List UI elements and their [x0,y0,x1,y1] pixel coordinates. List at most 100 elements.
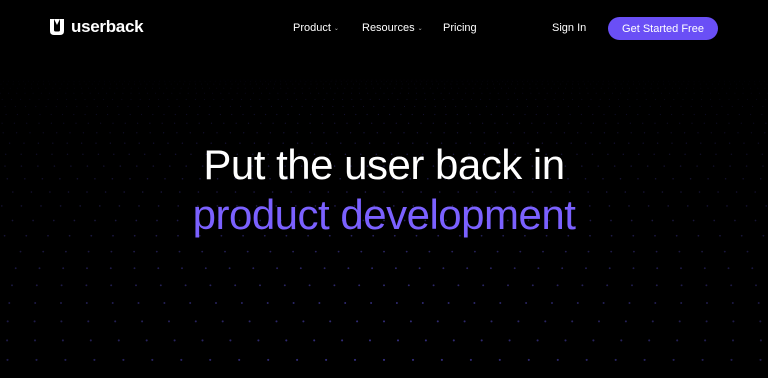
grid-dot [42,132,44,134]
grid-dot [463,320,466,323]
grid-dot [440,92,442,94]
grid-dot [334,92,336,94]
sign-in-link[interactable]: Sign In [552,22,586,34]
grid-dot [103,80,105,82]
grid-dot [629,105,631,108]
grid-dot [159,87,161,89]
grid-dot [296,358,299,361]
grid-dot [247,79,249,81]
grid-dot [123,87,125,89]
grid-dot [536,339,539,342]
grid-dot [23,87,25,89]
grid-dot [711,83,713,85]
grid-dot [405,250,408,253]
grid-dot [578,105,580,108]
grid-dot [576,302,579,304]
grid-dot [645,98,647,100]
grid-dot [629,122,632,124]
nav-product[interactable]: Product ⌄ [293,22,339,34]
grid-dot [256,132,258,134]
grid-dot [620,339,623,342]
get-started-button[interactable]: Get Started Free [608,17,718,40]
grid-dot [66,105,68,108]
grid-dot [319,79,321,81]
grid-dot [680,302,683,304]
grid-dot [517,320,520,323]
grid-dot [285,92,287,94]
grid-dot [759,79,761,81]
grid-dot [547,80,549,82]
sign-in-label: Sign In [552,22,587,34]
grid-dot [670,132,672,134]
grid-dot [375,79,377,81]
grid-dot [379,79,381,81]
grid-dot [415,98,417,100]
grid-dot [510,132,512,134]
grid-dot [730,284,733,287]
grid-dot [50,122,53,124]
grid-dot [485,105,487,108]
grid-dot [512,80,513,82]
grid-dot [148,98,150,100]
grid-dot [561,267,564,270]
grid-dot [227,79,229,81]
nav-resources[interactable]: Resources ⌄ [362,22,423,34]
grid-dot [636,92,638,94]
grid-dot [672,358,675,361]
grid-dot [280,83,282,85]
grid-dot [568,122,570,124]
grid-dot [582,80,584,82]
grid-dot [618,105,621,108]
grid-dot [691,98,693,100]
grid-dot [546,92,548,94]
grid-dot [614,358,617,361]
grid-dot [587,250,590,253]
grid-dot [373,105,375,108]
grid-dot [40,92,42,94]
grid-dot [708,80,710,82]
grid-dot [167,320,171,323]
grid-dot [516,98,518,100]
grid-dot [25,105,27,108]
grid-dot [465,87,467,89]
grid-dot [213,98,215,100]
grid-dot [117,105,119,108]
grid-dot [358,284,361,287]
grid-dot [28,113,30,116]
grid-dot [359,79,361,81]
grid-dot [152,113,154,116]
grid-dot [756,98,758,100]
grid-dot [351,98,353,100]
grid-dot [508,87,510,89]
grid-dot [11,79,13,81]
grid-dot [764,80,765,82]
grid-dot [730,83,732,85]
grid-dot [587,80,589,82]
grid-dot [51,79,53,81]
grid-dot [423,79,425,81]
grid-dot [559,79,561,81]
grid-dot [436,320,439,323]
grid-dot [183,79,185,81]
grid-dot [56,98,58,100]
grid-dot [343,113,346,116]
grid-dot [442,267,445,270]
grid-dot [465,105,467,108]
grid-dot [229,80,231,82]
brand-logo[interactable]: userback [48,18,144,36]
grid-dot [127,79,129,81]
grid-dot [603,92,605,94]
grid-dot [197,113,199,116]
grid-dot [748,80,750,82]
grid-dot [617,80,619,82]
grid-dot [96,105,98,108]
grid-dot [688,80,690,82]
grid-dot [721,87,723,89]
grid-dot [229,339,232,342]
grid-dot [60,302,62,304]
nav-pricing[interactable]: Pricing [443,22,477,34]
grid-dot [214,80,216,82]
grid-dot [489,98,491,100]
grid-dot [97,83,99,85]
grid-dot [155,250,158,253]
